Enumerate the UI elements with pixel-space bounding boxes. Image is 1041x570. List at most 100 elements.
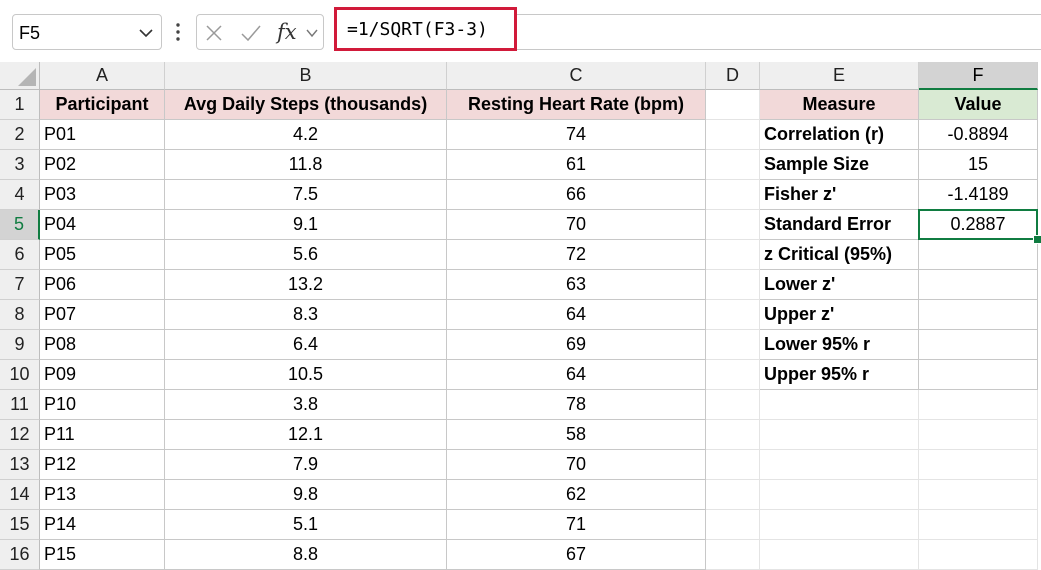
empty-cell[interactable] [706,360,760,390]
table-header-cell[interactable]: Resting Heart Rate (bpm) [447,90,706,120]
row-header-15[interactable]: 15 [0,510,40,540]
table-cell[interactable]: P15 [40,540,165,570]
table-cell[interactable]: 72 [447,240,706,270]
table-cell[interactable]: 9.1 [165,210,447,240]
measure-value[interactable] [919,270,1038,300]
empty-cell[interactable] [760,540,919,570]
empty-cell[interactable] [919,450,1038,480]
measure-value[interactable]: 15 [919,150,1038,180]
empty-cell[interactable] [919,540,1038,570]
row-header-2[interactable]: 2 [0,120,40,150]
row-header-9[interactable]: 9 [0,330,40,360]
select-all-button[interactable] [0,62,40,90]
empty-cell[interactable] [919,480,1038,510]
empty-cell[interactable] [706,90,760,120]
empty-cell[interactable] [706,330,760,360]
row-header-3[interactable]: 3 [0,150,40,180]
empty-cell[interactable] [706,120,760,150]
measure-label[interactable]: Upper z' [760,300,919,330]
empty-cell[interactable] [706,450,760,480]
table-cell[interactable]: P06 [40,270,165,300]
row-header-8[interactable]: 8 [0,300,40,330]
chevron-down-icon[interactable] [305,26,319,40]
table-cell[interactable]: 10.5 [165,360,447,390]
measure-value[interactable] [919,240,1038,270]
table-cell[interactable]: 69 [447,330,706,360]
table-cell[interactable]: P13 [40,480,165,510]
table-cell[interactable]: 13.2 [165,270,447,300]
empty-cell[interactable] [706,180,760,210]
fill-handle[interactable] [1033,235,1041,244]
empty-cell[interactable] [706,300,760,330]
empty-cell[interactable] [760,390,919,420]
column-header-a[interactable]: A [40,62,165,90]
row-header-13[interactable]: 13 [0,450,40,480]
measure-value[interactable] [919,360,1038,390]
formula-input-area[interactable] [517,14,1041,50]
cancel-x-icon[interactable] [205,24,223,42]
table-cell[interactable]: P12 [40,450,165,480]
empty-cell[interactable] [706,480,760,510]
empty-cell[interactable] [706,510,760,540]
empty-cell[interactable] [706,540,760,570]
measure-value[interactable] [919,330,1038,360]
measure-label[interactable]: Sample Size [760,150,919,180]
table-cell[interactable]: 7.5 [165,180,447,210]
table-cell[interactable]: P07 [40,300,165,330]
table-cell[interactable]: P05 [40,240,165,270]
measure-label[interactable]: Lower 95% r [760,330,919,360]
measure-label[interactable]: z Critical (95%) [760,240,919,270]
table-cell[interactable]: 78 [447,390,706,420]
empty-cell[interactable] [706,270,760,300]
table-cell[interactable]: P03 [40,180,165,210]
row-header-5[interactable]: 5 [0,210,40,240]
table-cell[interactable]: 8.3 [165,300,447,330]
column-header-d[interactable]: D [706,62,760,90]
column-header-f[interactable]: F [919,62,1038,90]
table-cell[interactable]: 67 [447,540,706,570]
row-header-10[interactable]: 10 [0,360,40,390]
table-cell[interactable]: 64 [447,360,706,390]
table-cell[interactable]: P04 [40,210,165,240]
row-header-14[interactable]: 14 [0,480,40,510]
empty-cell[interactable] [706,420,760,450]
empty-cell[interactable] [919,420,1038,450]
row-header-1[interactable]: 1 [0,90,40,120]
measure-value[interactable]: -0.8894 [919,120,1038,150]
table-cell[interactable]: P10 [40,390,165,420]
table-cell[interactable]: 70 [447,450,706,480]
table-cell[interactable]: 62 [447,480,706,510]
measures-header-value[interactable]: Value [919,90,1038,120]
empty-cell[interactable] [760,480,919,510]
table-cell[interactable]: 71 [447,510,706,540]
table-cell[interactable]: P09 [40,360,165,390]
table-cell[interactable]: P02 [40,150,165,180]
chevron-down-icon[interactable] [137,24,155,42]
table-cell[interactable]: 5.6 [165,240,447,270]
table-cell[interactable]: 7.9 [165,450,447,480]
table-cell[interactable]: 11.8 [165,150,447,180]
empty-cell[interactable] [706,210,760,240]
table-cell[interactable]: P11 [40,420,165,450]
table-cell[interactable]: 8.8 [165,540,447,570]
table-cell[interactable]: 66 [447,180,706,210]
name-box[interactable]: F5 [12,14,162,50]
table-cell[interactable]: 74 [447,120,706,150]
more-options-icon[interactable] [172,20,184,44]
table-cell[interactable]: 9.8 [165,480,447,510]
measure-label[interactable]: Lower z' [760,270,919,300]
empty-cell[interactable] [760,420,919,450]
empty-cell[interactable] [919,510,1038,540]
table-cell[interactable]: 12.1 [165,420,447,450]
table-cell[interactable]: 61 [447,150,706,180]
column-header-e[interactable]: E [760,62,919,90]
column-header-c[interactable]: C [447,62,706,90]
measure-label[interactable]: Fisher z' [760,180,919,210]
table-cell[interactable]: 70 [447,210,706,240]
measure-label[interactable]: Correlation (r) [760,120,919,150]
measure-value[interactable] [919,300,1038,330]
empty-cell[interactable] [706,240,760,270]
table-header-cell[interactable]: Avg Daily Steps (thousands) [165,90,447,120]
table-cell[interactable]: P14 [40,510,165,540]
row-header-12[interactable]: 12 [0,420,40,450]
